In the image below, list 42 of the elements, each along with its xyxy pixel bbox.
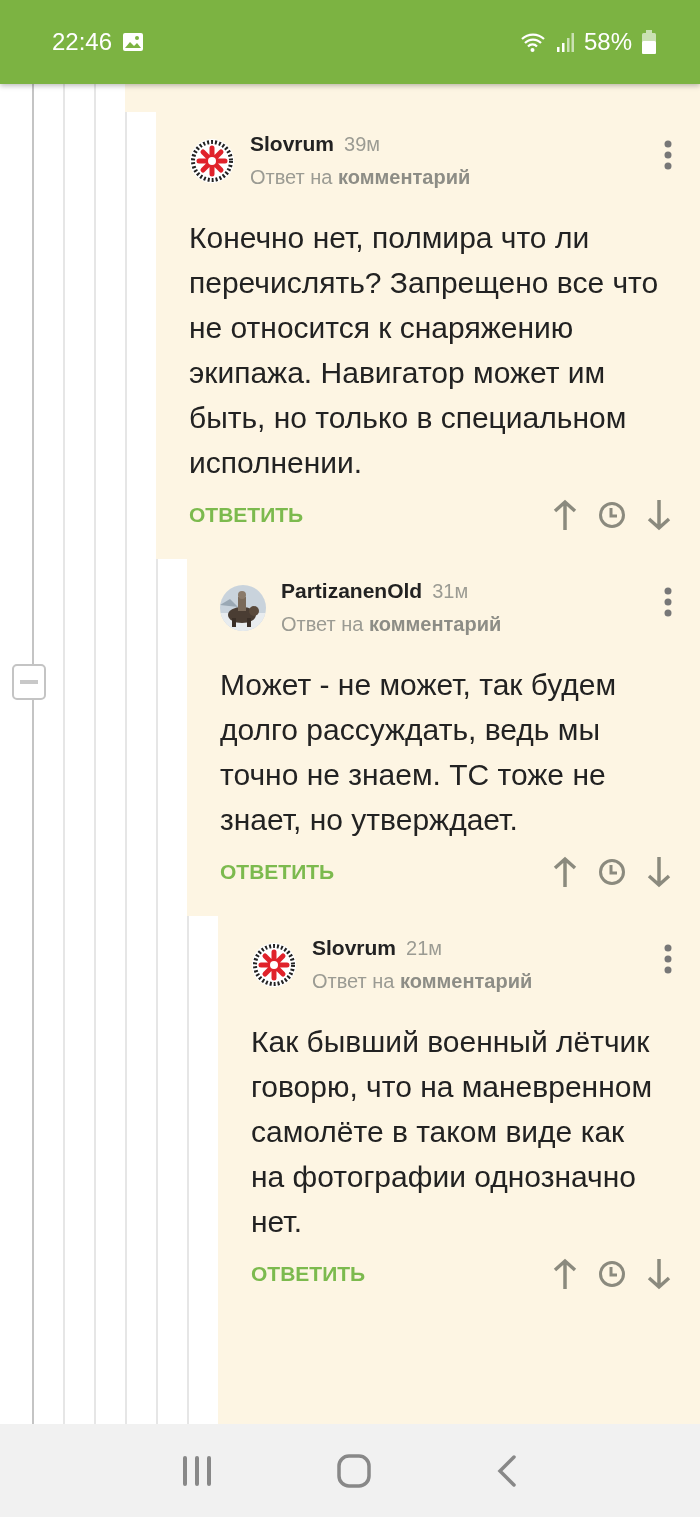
clock-icon[interactable] [598, 501, 626, 529]
comment-text: Как бывший военный лётчик говорю, что на маневренном самолёте в таком виде как на фотографии однозначно нет. [251, 1024, 654, 1240]
comment-text: Конечно нет, полмира что ли перечислять? Запрещено все что не относится к снаряжению экипажа. Навигатор может им быть, но только в специальном исполнении. [189, 220, 660, 481]
reply-to-text: Ответ на комментарий [312, 970, 534, 993]
battery-icon [642, 30, 656, 54]
down-arrow-icon[interactable] [646, 856, 672, 888]
battery-percent: 58% [583, 28, 632, 56]
author-name[interactable]: PartizanenOld [281, 579, 423, 603]
down-arrow-icon[interactable] [646, 1258, 672, 1290]
avatar-logo-icon [251, 942, 297, 988]
author-name[interactable]: Slovrum [250, 132, 335, 156]
comment-time: 21м [406, 937, 443, 960]
reply-to-text: Ответ на комментарий [281, 613, 503, 636]
down-arrow-icon[interactable] [646, 499, 672, 531]
avatar-logo-icon [189, 138, 235, 184]
up-arrow-icon[interactable] [552, 856, 578, 888]
back-icon[interactable] [495, 1454, 518, 1487]
comment-link[interactable]: комментарий [338, 166, 471, 188]
up-arrow-icon[interactable] [552, 499, 578, 531]
image-icon [122, 32, 145, 52]
comment-link[interactable]: комментарий [400, 970, 533, 992]
more-icon[interactable] [664, 587, 672, 617]
signal-icon [555, 32, 574, 52]
comment-link[interactable]: комментарий [369, 613, 502, 635]
home-icon[interactable] [337, 1453, 371, 1488]
author-name[interactable]: Slovrum [312, 936, 397, 960]
up-arrow-icon[interactable] [552, 1258, 578, 1290]
reply-link[interactable]: ОТВЕТИТЬ [220, 860, 552, 884]
clock-icon[interactable] [598, 1260, 626, 1288]
comment-text: Может - не может, так будем долго рассуждать, ведь мы точно не знаем. ТС тоже не знает, но утверждает. [220, 667, 618, 838]
clock-icon[interactable] [598, 858, 626, 886]
reply-link[interactable]: ОТВЕТИТЬ [189, 503, 552, 527]
more-icon[interactable] [664, 140, 672, 170]
reply-to-text: Ответ на комментарий [250, 166, 472, 189]
reply-link[interactable]: ОТВЕТИТЬ [251, 1262, 552, 1286]
comment-time: 39м [344, 133, 381, 156]
collapse-button[interactable] [12, 664, 46, 700]
more-icon[interactable] [664, 944, 672, 974]
clock-time: 22:46 [52, 28, 113, 56]
recents-icon[interactable] [182, 1455, 213, 1486]
wifi-icon [519, 31, 546, 53]
comment-time: 31м [432, 580, 469, 603]
